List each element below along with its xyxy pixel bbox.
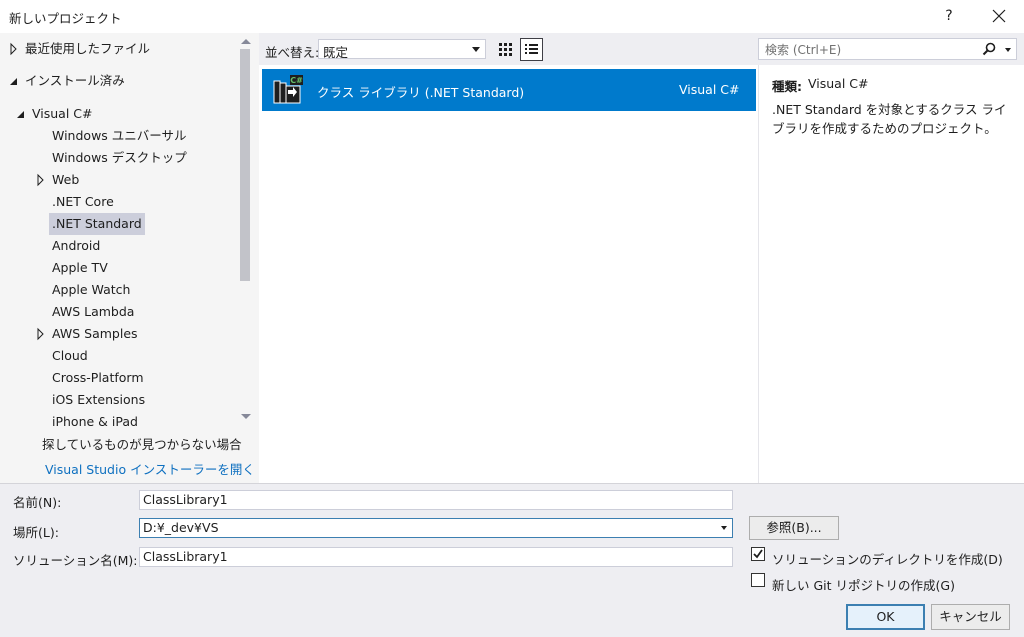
expand-arrow-icon[interactable] [36,323,46,345]
tree-item-label: Windows デスクトップ [52,150,187,165]
tree-item-label: iPhone & iPad [52,414,138,427]
tree-scrollbar-thumb[interactable] [240,49,250,281]
tree-item-label: .NET Core [52,194,114,209]
chevron-down-icon[interactable] [721,526,727,530]
open-installer-link[interactable]: Visual Studio インストーラーを開く [45,459,255,478]
sort-value: 既定 [323,45,349,60]
tree-item-label: Apple Watch [52,282,131,297]
location-value: D:¥_dev¥VS [143,520,219,535]
chevron-down-icon[interactable] [1005,48,1011,52]
create-directory-label[interactable]: ソリューションのディレクトリを作成(D) [772,549,1003,568]
browse-button[interactable]: 参照(B)... [749,516,839,540]
solution-name-field[interactable]: ClassLibrary1 [139,547,733,567]
search-input[interactable] [763,41,987,59]
scroll-down-icon[interactable] [239,412,253,422]
tree-item-label: Cross-Platform [52,370,144,385]
collapse-arrow-icon[interactable] [9,70,19,92]
search-icon[interactable] [982,42,996,56]
git-repo-checkbox[interactable] [751,573,765,587]
list-view-icon [525,44,538,54]
grid-view-button[interactable] [494,38,516,60]
location-combobox[interactable]: D:¥_dev¥VS [139,518,733,538]
template-list [259,65,758,483]
chevron-down-icon [472,47,480,52]
grid-view-icon [499,43,512,56]
tree-item-label: Cloud [52,348,88,363]
not-found-text: 探しているものが見つからない場合 [42,437,242,452]
expand-arrow-icon[interactable] [9,38,19,60]
name-label: 名前(N): [13,495,62,510]
close-icon [992,9,1006,23]
tree-item-label: Android [52,238,101,253]
tree-item-label: Web [52,172,80,187]
tree-item-label: 最近使用したファイル [25,41,151,56]
type-label: 種類: [772,79,802,94]
category-tree: 最近使用したファイル インストール済み Visual C# Windows ユニ… [0,33,237,427]
cancel-button[interactable]: キャンセル [931,604,1010,630]
tree-item-label: インストール済み [25,73,125,88]
ok-button[interactable]: OK [846,604,925,630]
tree-item-label: AWS Samples [52,326,138,341]
expand-arrow-icon[interactable] [36,169,46,191]
help-button[interactable]: ? [935,3,963,29]
title-bar [0,0,1024,33]
template-item-class-library[interactable]: C# クラス ライブラリ (.NET Standard) Visual C# [262,69,756,111]
tree-item-label: .NET Standard [49,213,145,235]
template-description: .NET Standard を対象とするクラス ライブラリを作成するためのプロジ… [772,102,1007,136]
scroll-up-icon[interactable] [239,36,253,46]
close-button[interactable] [985,3,1013,29]
icon-badge: C# [290,76,303,85]
template-language: Visual C# [679,82,740,97]
git-repo-label[interactable]: 新しい Git リポジトリの作成(G) [772,575,955,594]
form-divider [0,483,1024,484]
window-title: 新しいプロジェクト [9,11,122,26]
checkmark-icon [753,549,763,559]
collapse-arrow-icon[interactable] [16,103,26,125]
location-label: 場所(L): [13,525,59,540]
tree-item-label: Apple TV [52,260,108,275]
tree-item-label: AWS Lambda [52,304,135,319]
tree-item-label: iOS Extensions [52,392,146,407]
tree-item-label: Visual C# [32,106,93,121]
template-name: クラス ライブラリ (.NET Standard) [317,85,525,100]
search-box[interactable] [758,38,1017,60]
name-field[interactable]: ClassLibrary1 [139,490,733,510]
sort-label: 並べ替え: [265,45,320,60]
sort-dropdown[interactable]: 既定 [318,39,486,60]
solution-name-label: ソリューション名(M): [13,553,138,568]
list-view-button[interactable] [520,38,543,61]
create-directory-checkbox[interactable] [751,547,765,561]
tree-item-label: Windows ユニバーサル [52,128,187,143]
class-library-csharp-icon: C# [273,75,303,104]
type-value: Visual C# [808,76,869,91]
